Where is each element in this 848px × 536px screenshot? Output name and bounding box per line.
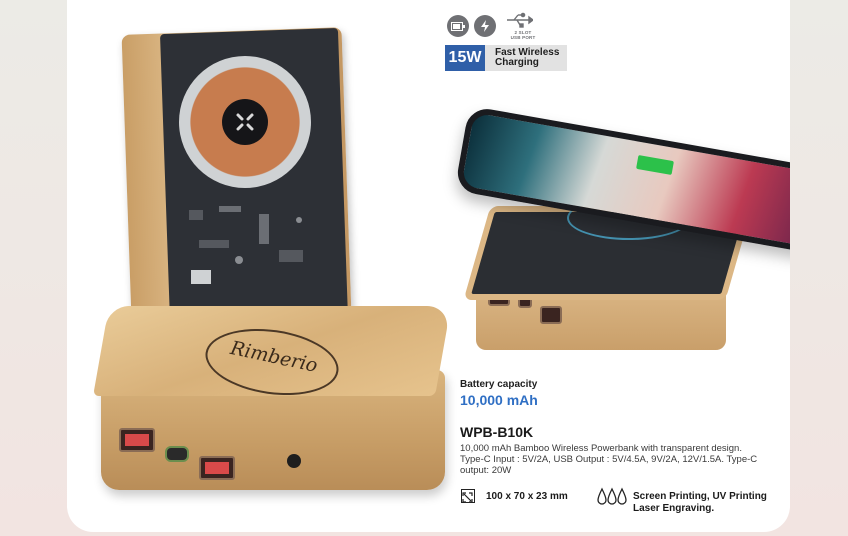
- dimensions-text: 100 x 70 x 23 mm: [486, 491, 568, 502]
- power-button: [287, 454, 301, 468]
- pad-usb-port-2: [540, 306, 562, 324]
- fast-charge-icon: [474, 15, 496, 37]
- printing-line-1: Screen Printing, UV Printing: [633, 491, 767, 502]
- usb-icon: [507, 12, 533, 28]
- battery-icon: [447, 15, 469, 37]
- printing-drops-icon: [597, 487, 627, 505]
- type-c-port: [165, 446, 189, 462]
- power-badge-text: Fast Wireless Charging: [485, 45, 567, 71]
- dimensions-icon: [461, 489, 475, 503]
- circuit-board: [189, 206, 303, 284]
- coil-center: [222, 99, 268, 145]
- printing-methods: Screen Printing, UV Printing Laser Engra…: [633, 491, 767, 515]
- capacity-value: 10,000 mAh: [460, 392, 538, 408]
- power-badge: 15W: [445, 45, 485, 71]
- product-description: 10,000 mAh Bamboo Wireless Powerbank wit…: [460, 443, 758, 476]
- usb-port-label: 2 SLOT USB PORT: [510, 30, 536, 40]
- coil-center-icon: [236, 113, 254, 131]
- printing-line-2: Laser Engraving.: [633, 503, 715, 514]
- usb-port-right: [199, 456, 235, 480]
- product-card: Rimberio 2 SLOT USB PORT 15W Fast Wireles…: [67, 0, 790, 532]
- model-number: WPB-B10K: [460, 424, 534, 440]
- capacity-label: Battery capacity: [460, 379, 538, 390]
- usb-port-left: [119, 428, 155, 452]
